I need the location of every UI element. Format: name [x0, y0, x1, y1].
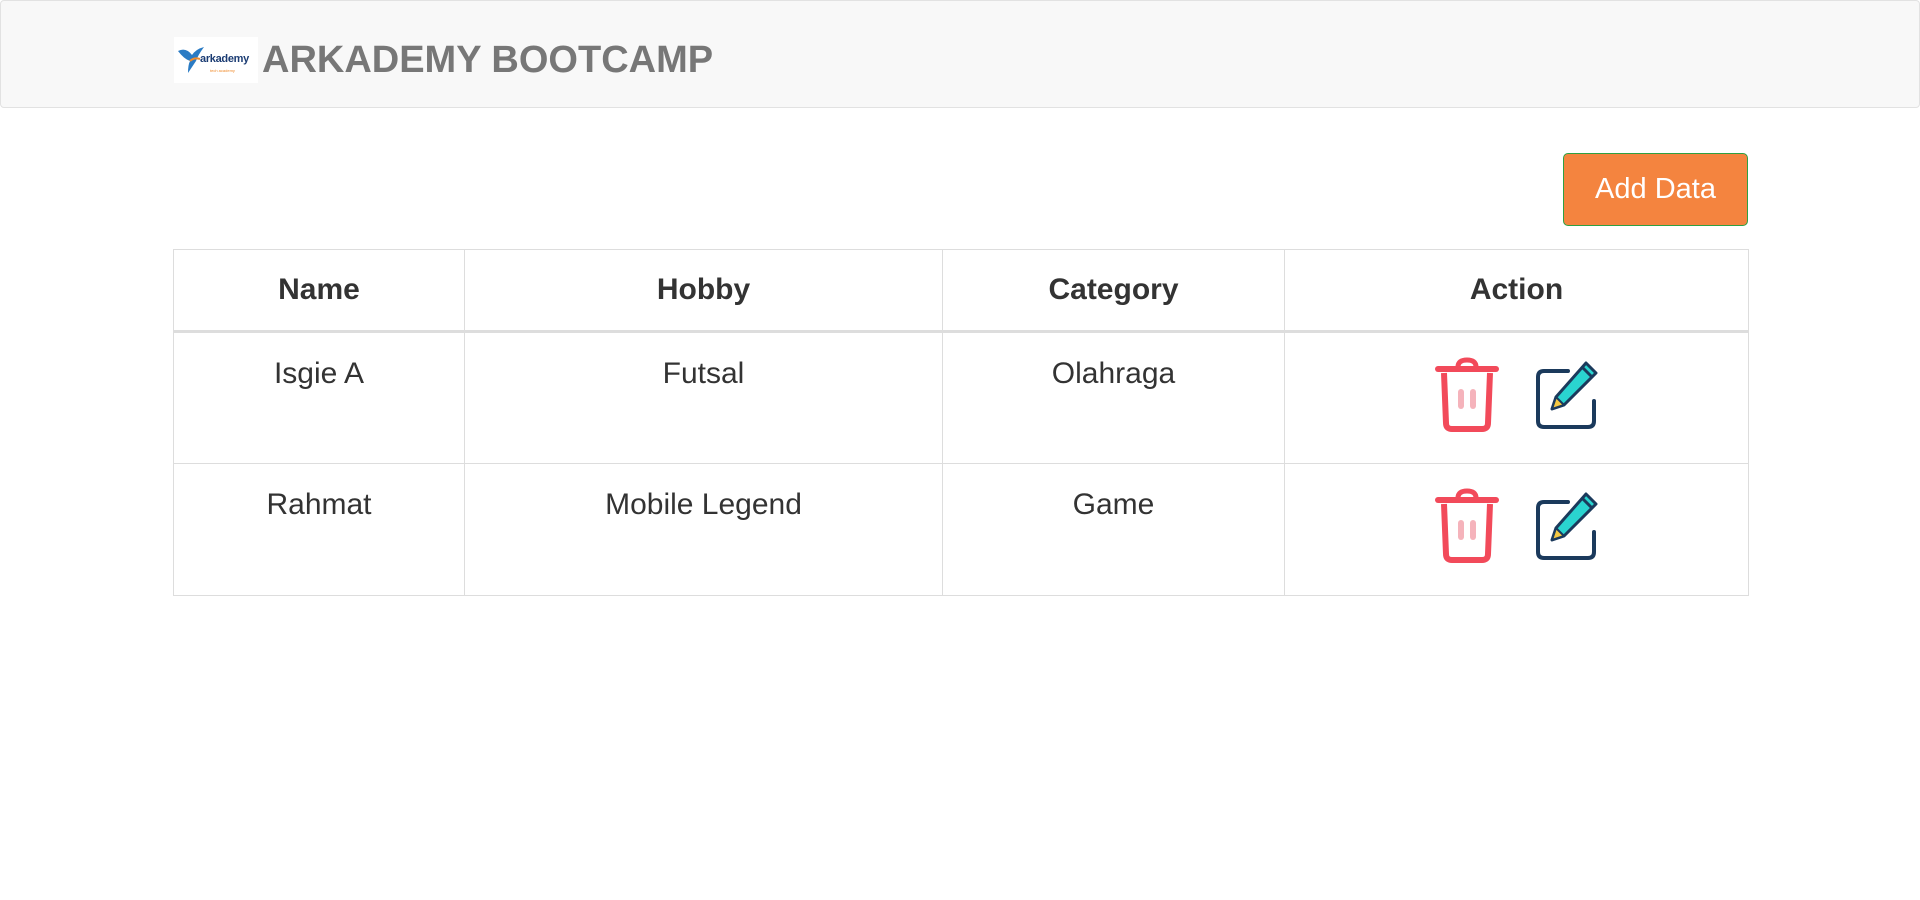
- cell-category: Game: [942, 463, 1285, 596]
- table-row: Isgie A Futsal Olahraga: [173, 331, 1749, 464]
- brand[interactable]: arkademy tech academy ARKADEMY BOOTCAMP: [174, 37, 713, 83]
- brand-logo: arkademy tech academy: [174, 37, 258, 83]
- page-title: ARKADEMY BOOTCAMP: [262, 39, 714, 81]
- cell-action: [1284, 331, 1749, 464]
- cell-hobby: Mobile Legend: [464, 463, 943, 596]
- table-header-row: Name Hobby Category Action: [173, 249, 1749, 333]
- edit-pencil-icon[interactable]: [1534, 488, 1600, 564]
- column-header-name: Name: [173, 249, 465, 333]
- data-table: Name Hobby Category Action Isgie A Futsa…: [173, 249, 1749, 596]
- table-row: Rahmat Mobile Legend Game: [173, 463, 1749, 596]
- cell-action: [1284, 463, 1749, 596]
- logo-text: arkademy: [200, 53, 249, 65]
- cell-name: Isgie A: [173, 331, 465, 464]
- trash-icon[interactable]: [1434, 488, 1500, 564]
- cell-name: Rahmat: [173, 463, 465, 596]
- trash-icon[interactable]: [1434, 357, 1500, 433]
- column-header-category: Category: [942, 249, 1285, 333]
- edit-pencil-icon[interactable]: [1534, 357, 1600, 433]
- column-header-action: Action: [1284, 249, 1749, 333]
- cell-category: Olahraga: [942, 331, 1285, 464]
- cell-hobby: Futsal: [464, 331, 943, 464]
- add-data-button[interactable]: Add Data: [1563, 153, 1748, 226]
- logo-subtext: tech academy: [210, 68, 235, 73]
- column-header-hobby: Hobby: [464, 249, 943, 333]
- navbar: arkademy tech academy ARKADEMY BOOTCAMP: [0, 0, 1920, 108]
